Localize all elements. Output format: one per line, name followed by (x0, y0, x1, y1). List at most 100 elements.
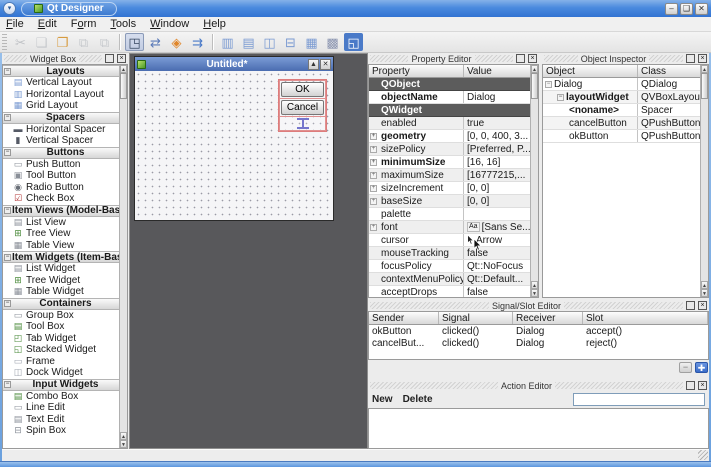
widget-item-tree-view[interactable]: ⊞Tree View (3, 228, 119, 240)
widget-box-category-containers[interactable]: −Containers (3, 298, 119, 310)
property-value[interactable] (464, 208, 530, 220)
scroll-up-icon[interactable]: ▲ (701, 65, 708, 73)
widget-item-tab-widget[interactable]: ◰Tab Widget (3, 333, 119, 345)
collapse-icon[interactable]: − (4, 68, 11, 75)
collapse-icon[interactable]: − (4, 207, 11, 214)
widget-item-check-box[interactable]: ☑Check Box (3, 193, 119, 205)
float-panel-icon[interactable] (516, 54, 525, 63)
widget-item-vertical-layout[interactable]: ▤Vertical Layout (3, 77, 119, 89)
widget-item-table-view[interactable]: ▦Table View (3, 240, 119, 252)
column-property[interactable]: Property (369, 65, 464, 77)
cancel-button[interactable]: Cancel (281, 100, 324, 115)
dock-handle[interactable] (649, 55, 683, 62)
property-value[interactable]: [16777215,... (464, 169, 530, 181)
dock-handle[interactable] (4, 55, 27, 62)
close-panel-icon[interactable]: × (698, 54, 707, 63)
widget-item-text-edit[interactable]: ▤Text Edit (3, 414, 119, 426)
float-panel-icon[interactable] (105, 54, 114, 63)
widget-box-category-layouts[interactable]: −Layouts (3, 65, 119, 77)
expand-icon[interactable]: − (557, 94, 564, 101)
layout-vertical-splitter-button[interactable]: ⊟ (281, 33, 300, 51)
scroll-track[interactable] (120, 73, 127, 432)
adjust-size-button[interactable]: ◱ (344, 33, 363, 51)
widget-item-radio-button[interactable]: ◉Radio Button (3, 182, 119, 194)
object-inspector-scrollbar[interactable]: ▲▲▼ (700, 65, 708, 297)
dock-handle[interactable] (79, 55, 102, 62)
widget-item-group-box[interactable]: ▭Group Box (3, 310, 119, 322)
scroll-thumb[interactable] (120, 73, 127, 99)
widget-item-dock-widget[interactable]: ◫Dock Widget (3, 367, 119, 379)
widget-item-spin-box[interactable]: ⊟Spin Box (3, 425, 119, 437)
property-editor-scrollbar[interactable]: ▲▲▼ (530, 65, 538, 297)
delete-action-button[interactable]: Delete (403, 394, 433, 405)
widget-item-push-button[interactable]: ▭Push Button (3, 159, 119, 171)
property-value[interactable]: false (464, 286, 530, 297)
widget-item-stacked-widget[interactable]: ◱Stacked Widget (3, 344, 119, 356)
scroll-up-icon[interactable]: ▲ (120, 432, 127, 440)
menu-item-edit[interactable]: Edit (38, 18, 57, 30)
widget-item-frame[interactable]: ▭Frame (3, 356, 119, 368)
widget-item-list-view[interactable]: ▤List View (3, 217, 119, 229)
property-value[interactable]: true (464, 117, 530, 129)
expand-icon[interactable]: + (370, 185, 377, 192)
column-class[interactable]: Class (638, 65, 708, 77)
window-menu-button[interactable]: ▾ (3, 2, 16, 15)
dock-handle[interactable] (370, 382, 498, 389)
property-value[interactable]: Qt::NoFocus (464, 260, 530, 272)
property-value[interactable]: [0, 0] (464, 182, 530, 194)
scroll-track[interactable] (701, 73, 708, 281)
widget-box-category-input-widgets[interactable]: −Input Widgets (3, 379, 119, 391)
widget-item-horizontal-layout[interactable]: ▥Horizontal Layout (3, 89, 119, 101)
property-value[interactable]: Arrow (464, 234, 530, 246)
widget-item-vertical-spacer[interactable]: ▮Vertical Spacer (3, 135, 119, 147)
minimize-button[interactable]: – (665, 3, 678, 15)
dock-handle[interactable] (370, 302, 489, 309)
property-value[interactable]: false (464, 247, 530, 259)
new-action-button[interactable]: New (372, 394, 393, 405)
edit-widgets-mode-button[interactable]: ◳ (125, 33, 144, 51)
inspector-row[interactable]: <noname>Spacer (543, 104, 700, 117)
vertical-spacer-widget[interactable] (280, 117, 325, 130)
menu-item-window[interactable]: Window (150, 18, 189, 30)
collapse-icon[interactable]: − (4, 114, 11, 121)
float-panel-icon[interactable] (686, 301, 695, 310)
layout-selection-box[interactable]: OK Cancel (278, 79, 327, 132)
inspector-row[interactable]: −layoutWidgetQVBoxLayout (543, 91, 700, 104)
edit-buddies-mode-button[interactable]: ◈ (167, 33, 186, 51)
widget-box-category-buttons[interactable]: −Buttons (3, 147, 119, 159)
menu-item-file[interactable]: File (6, 18, 24, 30)
inspector-row[interactable]: okButtonQPushButton (543, 130, 700, 143)
duplicate-button[interactable]: ⧉ (74, 33, 93, 51)
ok-button[interactable]: OK (281, 82, 324, 97)
column-object[interactable]: Object (543, 65, 638, 77)
expand-icon[interactable]: + (370, 133, 377, 140)
scroll-up-icon[interactable]: ▲ (701, 281, 708, 289)
collapse-icon[interactable]: − (4, 300, 11, 307)
scroll-down-icon[interactable]: ▼ (701, 289, 708, 297)
widget-item-horizontal-spacer[interactable]: ▬Horizontal Spacer (3, 124, 119, 136)
layout-grid-button[interactable]: ▦ (302, 33, 321, 51)
scroll-up-icon[interactable]: ▲ (120, 65, 127, 73)
collapse-icon[interactable]: − (4, 381, 11, 388)
widget-item-tool-button[interactable]: ▣Tool Button (3, 170, 119, 182)
break-layout-button[interactable]: ▩ (323, 33, 342, 51)
expand-icon[interactable]: + (370, 172, 377, 179)
widget-item-tool-box[interactable]: ▤Tool Box (3, 321, 119, 333)
widget-item-combo-box[interactable]: ▤Combo Box (3, 391, 119, 403)
scroll-up-icon[interactable]: ▲ (531, 281, 538, 289)
action-list[interactable] (368, 408, 709, 449)
collapse-icon[interactable]: − (4, 254, 11, 261)
property-value[interactable]: [0, 0, 400, 3... (464, 130, 530, 142)
form-title-bar[interactable]: Untitled* ▲✕ (135, 57, 333, 71)
toolbar-handle[interactable] (2, 34, 7, 50)
column-receiver[interactable]: Receiver (513, 312, 583, 324)
menu-item-tools[interactable]: Tools (110, 18, 136, 30)
connection-row[interactable]: okButtonclicked()Dialogaccept() (369, 325, 708, 337)
layout-horizontally-button[interactable]: ▥ (218, 33, 237, 51)
form-canvas[interactable]: OK Cancel (135, 71, 333, 220)
widget-box-category-spacers[interactable]: −Spacers (3, 112, 119, 124)
menu-item-form[interactable]: Form (71, 18, 97, 30)
action-filter-input[interactable] (573, 393, 705, 406)
property-value[interactable]: [0, 0] (464, 195, 530, 207)
widget-item-line-edit[interactable]: ▭Line Edit (3, 402, 119, 414)
